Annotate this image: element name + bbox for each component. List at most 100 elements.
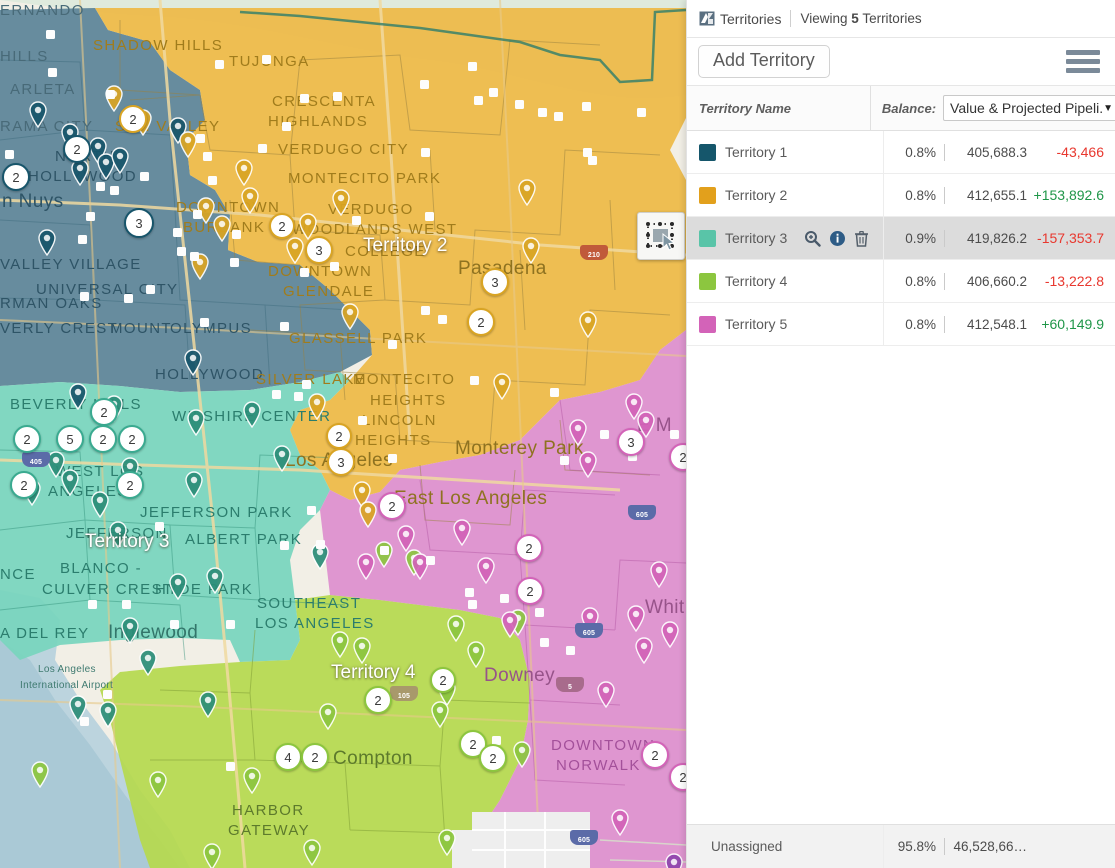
territory-color-swatch[interactable]	[699, 229, 716, 247]
territory-percent: 0.9%	[905, 230, 936, 246]
territory-color-swatch[interactable]	[699, 315, 716, 333]
map-poi-marker	[262, 55, 271, 64]
map-cluster-marker[interactable]: 2	[269, 213, 295, 239]
map-cluster-marker[interactable]: 2	[90, 398, 118, 426]
map-poi-marker	[352, 216, 361, 225]
table-row[interactable]: Territory 5 0.8% 412,548.1 +60,149.9	[687, 303, 1115, 346]
map-cluster-marker[interactable]: 4	[274, 743, 302, 771]
map-poi-marker	[637, 108, 646, 117]
map-poi-marker	[300, 94, 309, 103]
territory-color-swatch[interactable]	[699, 272, 716, 290]
map-cluster-marker[interactable]: 2	[118, 425, 146, 453]
map-cluster-marker[interactable]: 2	[301, 743, 329, 771]
map-poi-marker	[330, 262, 339, 271]
balance-header-group: Balance: Value & Projected Pipeli. ▼	[871, 95, 1115, 121]
map-poi-marker	[489, 88, 498, 97]
territory-percent: 0.8%	[905, 316, 936, 332]
map-poi-marker	[468, 62, 477, 71]
map-poi-marker	[124, 294, 133, 303]
rows-empty-space	[687, 346, 1115, 824]
map-poi-marker	[170, 620, 179, 629]
map-poi-marker	[193, 210, 202, 219]
territory-value: 412,655.1	[966, 187, 1027, 203]
territory-value: 405,688.3	[966, 144, 1027, 160]
map-poi-marker	[300, 268, 309, 277]
map-cluster-marker[interactable]: 2	[13, 425, 41, 453]
territory-color-swatch[interactable]	[699, 143, 716, 161]
table-row[interactable]: Territory 1 0.8% 405,688.3 -43,466	[687, 131, 1115, 174]
row-tools	[804, 230, 869, 247]
balance-metric-dropdown[interactable]: Value & Projected Pipeli. ▼	[943, 95, 1115, 121]
unassigned-percent: 95.8%	[897, 839, 936, 854]
map-poi-marker	[173, 228, 182, 237]
zoom-to-territory-icon[interactable]	[804, 230, 821, 247]
row-name-cell: Territory 1	[687, 143, 883, 161]
map-cluster-marker[interactable]: 2	[119, 105, 147, 133]
map-poi-marker	[600, 430, 609, 439]
map-poi-marker	[282, 122, 291, 131]
map-cluster-marker[interactable]: 2	[116, 471, 144, 499]
table-row[interactable]: Territory 2 0.8% 412,655.1 +153,892.6	[687, 174, 1115, 217]
row-name-cell: Territory 5	[687, 315, 883, 333]
table-row[interactable]: Territory 4 0.8% 406,660.2 -13,222.8	[687, 260, 1115, 303]
hamburger-bar-3	[1066, 68, 1100, 73]
map-poi-marker	[358, 416, 367, 425]
map-cluster-marker[interactable]: 2	[516, 577, 544, 605]
delete-territory-icon[interactable]	[854, 230, 869, 247]
unassigned-label: Unassigned	[711, 839, 783, 854]
map-poi-marker	[96, 182, 105, 191]
freeway-shield-210: 210	[580, 245, 608, 260]
map-cluster-marker[interactable]: 2	[430, 667, 456, 693]
map-cluster-marker[interactable]: 2	[364, 686, 392, 714]
map-cluster-marker[interactable]: 2	[479, 744, 507, 772]
map-poi-marker	[110, 186, 119, 195]
map-cluster-marker[interactable]: 2	[89, 425, 117, 453]
map-canvas[interactable]: ERNANDOHILLSSHADOW HILLSTUJUNGAARLETACRE…	[0, 0, 686, 868]
freeway-shield-605b: 605	[575, 623, 603, 638]
header-divider	[790, 10, 792, 27]
map-poi-marker	[208, 176, 217, 185]
territory-percent: 0.8%	[905, 144, 936, 160]
map-cluster-marker[interactable]: 2	[2, 163, 30, 191]
map-poi-marker	[103, 690, 112, 699]
marquee-select-tool-button[interactable]	[637, 212, 685, 260]
map-cluster-marker[interactable]: 2	[515, 534, 543, 562]
territory-value: 406,660.2	[966, 273, 1027, 289]
map-poi-marker	[203, 152, 212, 161]
add-territory-button[interactable]: Add Territory	[698, 45, 830, 78]
map-poi-marker	[560, 456, 569, 465]
map-poi-marker	[540, 638, 549, 647]
map-cluster-marker[interactable]: 3	[617, 428, 645, 456]
map-poi-marker	[86, 212, 95, 221]
map-cluster-marker[interactable]: 2	[63, 135, 91, 163]
territory-name-label: Territory 3	[725, 230, 788, 246]
map-poi-marker	[426, 556, 435, 565]
territory-delta: -13,222.8	[1044, 273, 1104, 289]
territory-percent: 0.8%	[905, 273, 936, 289]
map-cluster-marker[interactable]: 3	[481, 268, 509, 296]
table-row[interactable]: Territory 3 0.9% 419,826.2 -157,353.7	[687, 217, 1115, 260]
map-cluster-marker[interactable]: 5	[56, 425, 84, 453]
balance-metric-value: Value & Projected Pipeli.	[950, 100, 1104, 116]
map-poi-marker	[421, 148, 430, 157]
map-poi-marker	[582, 102, 591, 111]
chevron-down-icon: ▼	[1103, 102, 1113, 114]
map-poi-marker	[566, 646, 575, 655]
map-cluster-marker[interactable]: 3	[305, 236, 333, 264]
hamburger-menu-icon[interactable]	[1063, 47, 1103, 76]
viewing-prefix: Viewing	[800, 11, 848, 26]
map-cluster-marker[interactable]: 2	[378, 492, 406, 520]
hamburger-bar-1	[1066, 50, 1100, 55]
map-poi-marker	[670, 430, 679, 439]
row-balance-cell: 0.8% 412,655.1 +153,892.6	[884, 186, 1115, 204]
territory-info-icon[interactable]	[829, 230, 846, 247]
map-poi-marker	[554, 112, 563, 121]
map-cluster-marker[interactable]: 2	[641, 741, 669, 769]
territory-color-swatch[interactable]	[699, 186, 716, 204]
map-cluster-marker[interactable]: 3	[124, 208, 154, 238]
map-cluster-marker[interactable]: 2	[326, 423, 352, 449]
map-cluster-marker[interactable]: 2	[10, 471, 38, 499]
map-cluster-marker[interactable]: 3	[327, 448, 355, 476]
map-cluster-marker[interactable]: 2	[467, 308, 495, 336]
map-poi-marker	[388, 454, 397, 463]
